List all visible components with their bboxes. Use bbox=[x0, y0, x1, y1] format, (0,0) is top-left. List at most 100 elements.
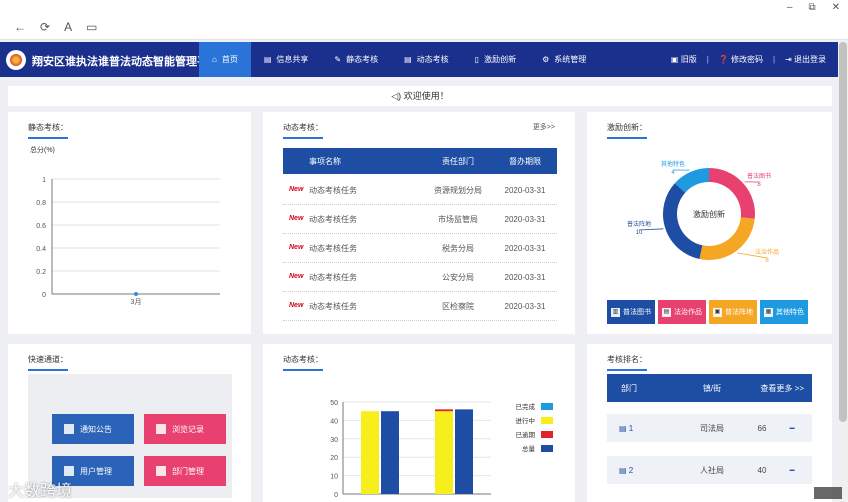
ranking-row[interactable]: ▤ 1 司法局 66 ━ bbox=[607, 414, 812, 442]
task-dept: 市场监管局 bbox=[438, 214, 478, 224]
task-dept: 区检察院 bbox=[442, 301, 474, 311]
link-label: 修改密码 bbox=[730, 55, 763, 64]
gear-icon: ⚙ bbox=[542, 55, 550, 64]
law-books-button[interactable]: ▥ 普法图书 bbox=[607, 300, 655, 324]
grid-icon: ▦ bbox=[764, 307, 773, 317]
header-links: ▣ 旧版 | ❓ 修改密码 | ⇥ 退出登录 bbox=[671, 42, 826, 77]
main-nav: ⌂ 首页 ▤ 信息共享 ✎ 静态考核 ▤ 动态考核 ▯ 激励创新 ⚙ 系统管理 bbox=[199, 42, 599, 77]
app-header: 翔安区谁执法谁普法动态智能管理平台 ⌂ 首页 ▤ 信息共享 ✎ 静态考核 ▤ 动态考核 … bbox=[0, 42, 848, 77]
y-tick-label: 0 bbox=[334, 492, 338, 499]
divider: | bbox=[772, 55, 776, 64]
edit-icon: ✎ bbox=[334, 55, 342, 64]
tabs-icon[interactable]: ▭ bbox=[86, 20, 97, 34]
legend-swatch bbox=[541, 417, 553, 424]
new-badge: New bbox=[289, 214, 304, 222]
book-icon: ▥ bbox=[611, 307, 620, 317]
logout-icon: ⇥ bbox=[785, 55, 792, 64]
reader-mode-icon[interactable]: A bbox=[64, 20, 72, 34]
button-label: 法治作品 bbox=[674, 309, 702, 316]
nav-incentive[interactable]: ▯ 激励创新 bbox=[462, 42, 529, 77]
slice-label: 法治作品 bbox=[755, 248, 779, 256]
table-row[interactable]: New 动态考核任务 区检察院 2020-03-31 bbox=[283, 292, 557, 321]
other-features-button[interactable]: ▦ 其他特色 bbox=[760, 300, 808, 324]
task-date: 2020-03-31 bbox=[504, 272, 546, 282]
panel-title: 考核排名： bbox=[607, 354, 647, 371]
legend-label: 进行中 bbox=[516, 416, 536, 425]
slice-value: 10 bbox=[636, 230, 643, 236]
bar-segment bbox=[435, 409, 453, 412]
button-label: 用户管理 bbox=[80, 466, 112, 476]
legend-swatch bbox=[541, 445, 553, 452]
browse-history-button[interactable]: 浏览记录 bbox=[144, 414, 226, 444]
document-icon: ▤ bbox=[662, 307, 671, 317]
legend-label: 总量 bbox=[522, 444, 536, 453]
column-header: 事项名称 bbox=[309, 156, 341, 166]
ranking-row[interactable]: ▤ 2 人社局 40 ━ bbox=[607, 456, 812, 484]
legend-label: 已逾期 bbox=[516, 430, 536, 439]
slice-label: 普法阵地 bbox=[627, 220, 651, 228]
question-icon: ❓ bbox=[718, 55, 729, 64]
logout-link[interactable]: ⇥ 退出登录 bbox=[785, 42, 826, 77]
task-name: 动态考核任务 bbox=[309, 301, 357, 311]
button-label: 普法图书 bbox=[623, 309, 651, 316]
legal-works-button[interactable]: ▤ 法治作品 bbox=[658, 300, 706, 324]
new-badge: New bbox=[289, 301, 304, 309]
y-tick-label: 10 bbox=[330, 474, 338, 481]
panel-title: 快速通道： bbox=[28, 354, 68, 371]
view-more-link[interactable]: 查看更多 >> bbox=[747, 383, 812, 394]
nav-info-share[interactable]: ▤ 信息共享 bbox=[251, 42, 322, 77]
nav-dynamic-assessment[interactable]: ▤ 动态考核 bbox=[391, 42, 462, 77]
button-label: 普法阵地 bbox=[725, 309, 753, 316]
y-tick-label: 0.8 bbox=[36, 200, 46, 207]
nav-home[interactable]: ⌂ 首页 bbox=[199, 42, 251, 77]
dept-manage-button[interactable]: 部门管理 bbox=[144, 456, 226, 486]
list-icon: ▤ bbox=[404, 55, 412, 64]
rank-number: 1 bbox=[628, 423, 634, 433]
new-badge: New bbox=[289, 185, 304, 193]
column-header: 镇/街 bbox=[702, 383, 722, 393]
minimize-icon[interactable]: – bbox=[787, 2, 793, 13]
close-icon[interactable]: ✕ bbox=[832, 2, 840, 13]
bar-total bbox=[455, 409, 473, 494]
scrollbar[interactable] bbox=[838, 42, 848, 502]
donut-center-label: 激励创新 bbox=[693, 209, 725, 219]
column-header: 责任部门 bbox=[442, 156, 474, 166]
nav-label: 激励创新 bbox=[484, 55, 517, 64]
x-tick-label: 3月 bbox=[131, 298, 142, 306]
notice-icon bbox=[64, 424, 74, 434]
table-row[interactable]: New 动态考核任务 市场监管局 2020-03-31 bbox=[283, 205, 557, 234]
divider: | bbox=[706, 55, 709, 64]
table-row[interactable]: New 动态考核任务 公安分局 2020-03-31 bbox=[283, 263, 557, 292]
leader-line bbox=[638, 228, 664, 231]
nav-static-assessment[interactable]: ✎ 静态考核 bbox=[321, 42, 391, 77]
task-dept: 公安分局 bbox=[442, 272, 474, 282]
scrollbar-thumb[interactable] bbox=[839, 42, 847, 422]
restore-icon[interactable]: ⧉ bbox=[808, 2, 815, 13]
reload-icon[interactable]: ⟳ bbox=[40, 20, 50, 34]
logo-icon bbox=[6, 50, 26, 70]
more-link[interactable]: 更多>> bbox=[533, 122, 555, 132]
nav-system[interactable]: ⚙ 系统管理 bbox=[529, 42, 599, 77]
old-version-link[interactable]: ▣ 旧版 bbox=[671, 42, 697, 77]
task-date: 2020-03-31 bbox=[504, 301, 546, 311]
notice-button[interactable]: 通知公告 bbox=[52, 414, 134, 444]
nav-label: 系统管理 bbox=[554, 55, 587, 64]
browser-toolbar: ← ⟳ A ▭ – ⧉ ✕ bbox=[0, 0, 848, 40]
welcome-text: 欢迎使用！ bbox=[403, 91, 449, 101]
law-positions-button[interactable]: ▣ 普法阵地 bbox=[709, 300, 757, 324]
rank-score: 40 bbox=[757, 465, 767, 475]
task-dept: 资源规划分局 bbox=[434, 185, 482, 195]
department-icon bbox=[156, 466, 166, 476]
slice-value: 4 bbox=[671, 170, 675, 176]
watermark-logo: 大数跨境 bbox=[8, 483, 73, 500]
dynamic-bar-chart: 0 10 20 30 40 50 已完成进行中已逾期总量 bbox=[330, 400, 553, 499]
slice-label: 其他特色 bbox=[661, 160, 685, 168]
back-icon[interactable]: ← bbox=[14, 20, 26, 34]
table-row[interactable]: New 动态考核任务 资源规划分局 2020-03-31 bbox=[283, 176, 557, 205]
ranking-panel: 考核排名： 部门 镇/街 查看更多 >> ▤ 1 司法局 66 ━ ▤ 2 人社… bbox=[587, 344, 832, 502]
change-password-link[interactable]: ❓ 修改密码 bbox=[719, 42, 763, 77]
doc-icon: ▤ 2 bbox=[619, 465, 634, 475]
panel-title: 动态考核： bbox=[283, 122, 323, 139]
nav-label: 首页 bbox=[221, 55, 238, 64]
table-row[interactable]: New 动态考核任务 税务分局 2020-03-31 bbox=[283, 234, 557, 263]
